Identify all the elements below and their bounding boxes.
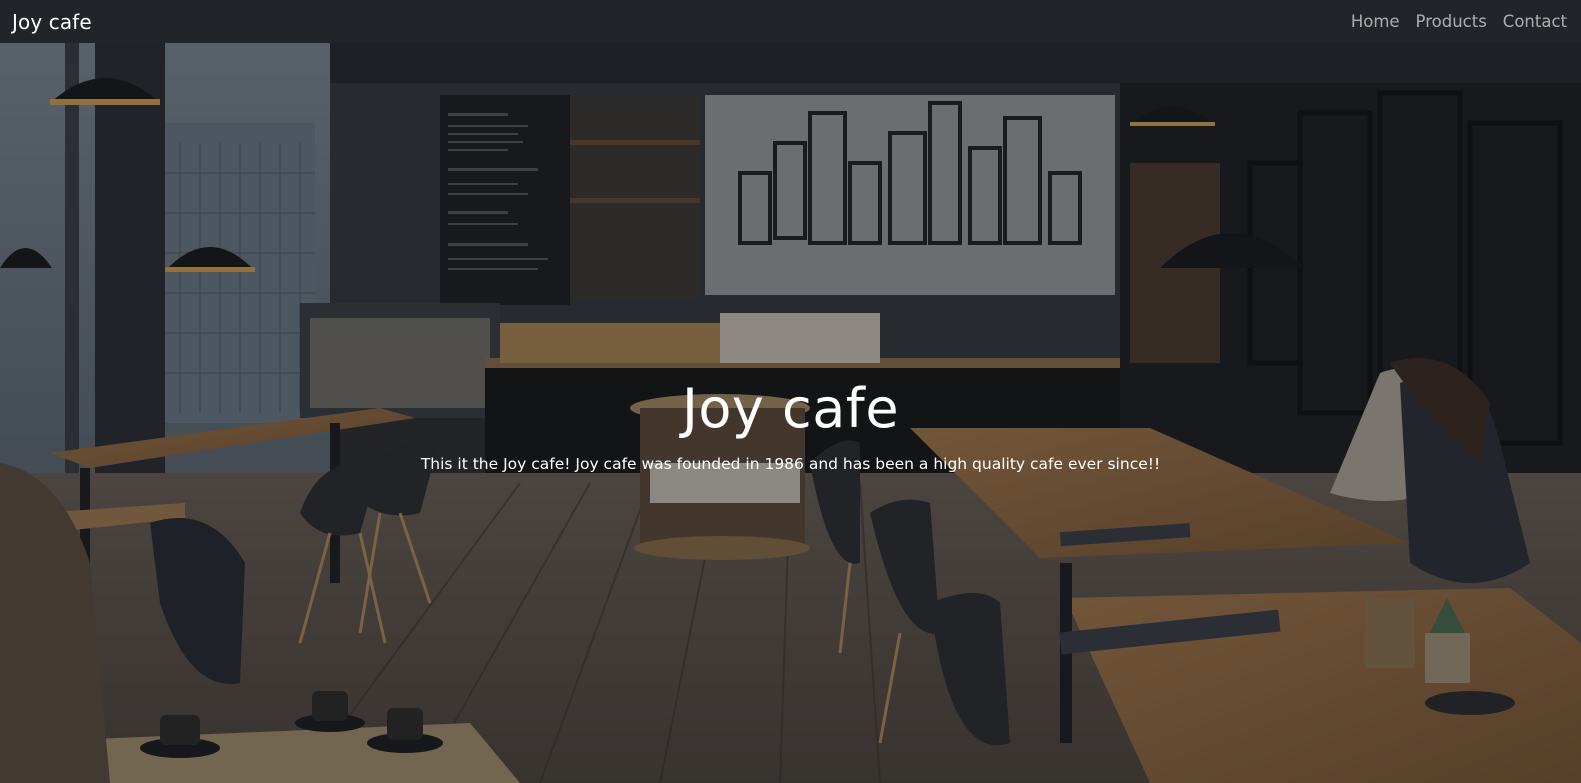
brand-logo-link[interactable]: Joy cafe bbox=[12, 10, 92, 34]
nav-links: Home Products Contact bbox=[1351, 12, 1569, 31]
nav-link-home[interactable]: Home bbox=[1351, 12, 1400, 31]
nav-link-contact[interactable]: Contact bbox=[1503, 12, 1567, 31]
nav-link-products[interactable]: Products bbox=[1416, 12, 1487, 31]
hero-title: Joy cafe bbox=[681, 377, 900, 440]
hero-subtitle: This it the Joy cafe! Joy cafe was found… bbox=[420, 455, 1161, 473]
hero-section: Joy cafe This it the Joy cafe! Joy cafe … bbox=[0, 43, 1581, 783]
navbar: Joy cafe Home Products Contact bbox=[0, 0, 1581, 43]
